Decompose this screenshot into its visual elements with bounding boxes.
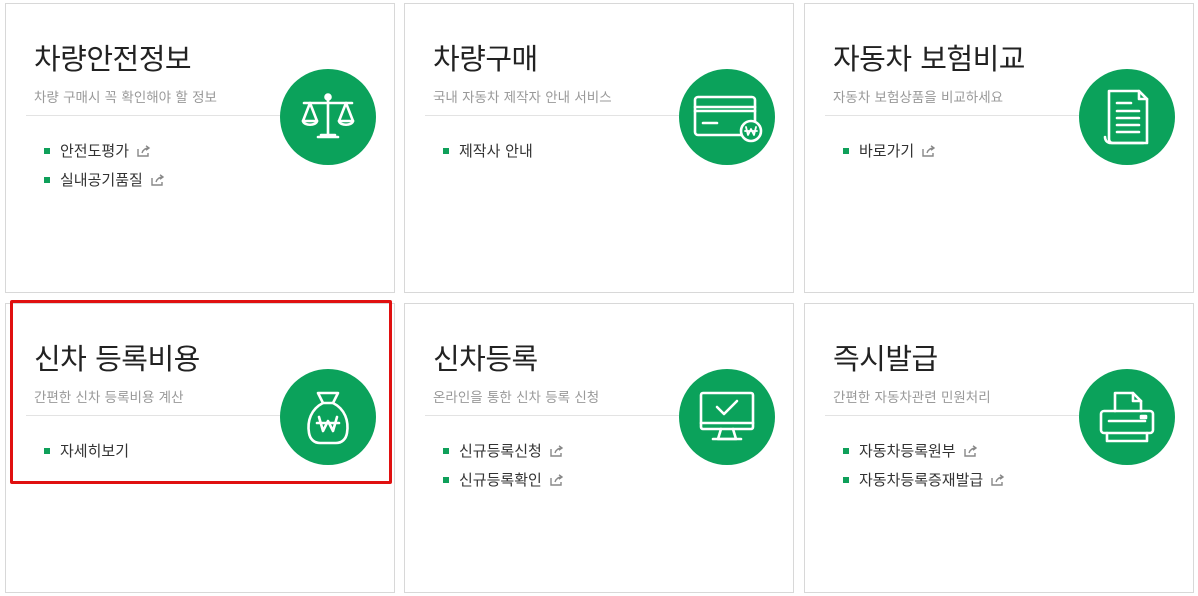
divider (825, 415, 1103, 416)
link-list: 자동차등록원부 자동차등록증재발급 (843, 436, 1005, 494)
monitor-check-icon (679, 369, 775, 465)
card-title: 신차등록 (433, 342, 538, 376)
card-title: 자동차 보험비교 (833, 42, 1025, 76)
bullet (843, 447, 849, 454)
link-registration-record[interactable]: 자동차등록원부 (843, 436, 1005, 465)
divider (825, 115, 1103, 116)
bullet (44, 176, 50, 183)
link-label: 자세히보기 (60, 442, 130, 460)
card-subtitle: 차량 구매시 꼭 확인해야 할 정보 (34, 90, 217, 106)
bullet (443, 147, 449, 154)
link-list: 바로가기 (843, 136, 936, 165)
card-instant-issue: 즉시발급 간편한 자동차관련 민원처리 자동차등록원부 자동차등록증재발급 (804, 303, 1194, 593)
external-link-icon (550, 473, 564, 486)
link-indoor-air-quality[interactable]: 실내공기품질 (44, 165, 165, 194)
divider (425, 115, 703, 116)
card-subtitle: 국내 자동차 제작자 안내 서비스 (433, 90, 612, 106)
bullet (443, 447, 449, 454)
link-view-details[interactable]: 자세히보기 (44, 436, 129, 465)
link-new-registration-check[interactable]: 신규등록확인 (443, 465, 564, 494)
card-vehicle-safety-info: 차량안전정보 차량 구매시 꼭 확인해야 할 정보 안전도평가 실내공기품질 (5, 3, 395, 293)
link-go-now[interactable]: 바로가기 (843, 136, 936, 165)
link-label: 자동차등록증재발급 (859, 471, 984, 489)
link-label: 신규등록확인 (459, 471, 542, 489)
money-bag-won-icon (280, 369, 376, 465)
link-new-registration-apply[interactable]: 신규등록신청 (443, 436, 564, 465)
link-list: 제작사 안내 (443, 136, 533, 165)
external-link-icon (991, 473, 1005, 486)
link-registration-reissue[interactable]: 자동차등록증재발급 (843, 465, 1005, 494)
link-label: 바로가기 (859, 142, 915, 160)
external-link-icon (137, 144, 151, 157)
bullet (44, 147, 50, 154)
link-list: 안전도평가 실내공기품질 (44, 136, 165, 194)
card-subtitle: 간편한 자동차관련 민원처리 (833, 390, 991, 406)
card-insurance-compare: 자동차 보험비교 자동차 보험상품을 비교하세요 바로가기 (804, 3, 1194, 293)
divider (26, 415, 304, 416)
card-subtitle: 간편한 신차 등록비용 계산 (34, 390, 184, 406)
bullet (44, 447, 50, 454)
bullet (843, 147, 849, 154)
scale-icon (280, 69, 376, 165)
external-link-icon (922, 144, 936, 157)
external-link-icon (151, 173, 165, 186)
bullet (443, 476, 449, 483)
link-label: 실내공기품질 (60, 171, 143, 189)
card-subtitle: 자동차 보험상품을 비교하세요 (833, 90, 1004, 106)
bullet (843, 476, 849, 483)
card-vehicle-purchase: 차량구매 국내 자동차 제작자 안내 서비스 제작사 안내 (404, 3, 794, 293)
card-new-car-registration-cost: 신차 등록비용 간편한 신차 등록비용 계산 자세히보기 (5, 300, 395, 593)
printer-icon (1079, 369, 1175, 465)
card-subtitle: 온라인을 통한 신차 등록 신청 (433, 390, 600, 406)
card-title: 차량안전정보 (34, 42, 192, 76)
credit-card-won-icon (679, 69, 775, 165)
divider (425, 415, 703, 416)
card-title: 신차 등록비용 (34, 342, 200, 376)
card-title: 차량구매 (433, 42, 538, 76)
external-link-icon (963, 444, 978, 457)
link-safety-rating[interactable]: 안전도평가 (44, 136, 165, 165)
link-manufacturer-guide[interactable]: 제작사 안내 (443, 136, 533, 165)
link-label: 신규등록신청 (459, 442, 542, 460)
link-list: 자세히보기 (44, 436, 129, 465)
card-new-car-registration: 신차등록 온라인을 통한 신차 등록 신청 신규등록신청 신규등록확인 (404, 303, 794, 593)
link-label: 안전도평가 (60, 142, 130, 160)
link-label: 자동차등록원부 (859, 442, 956, 460)
document-icon (1079, 69, 1175, 165)
divider (26, 115, 304, 116)
external-link-icon (550, 444, 564, 457)
link-label: 제작사 안내 (459, 142, 533, 160)
link-list: 신규등록신청 신규등록확인 (443, 436, 564, 494)
card-title: 즉시발급 (833, 342, 938, 376)
